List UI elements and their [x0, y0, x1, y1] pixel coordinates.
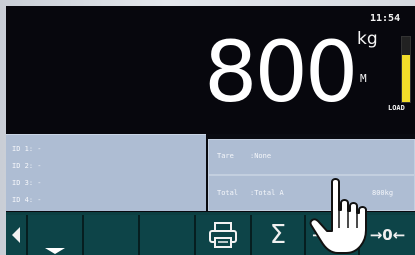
print-button[interactable] [196, 215, 252, 255]
sigma-icon: Σ [269, 220, 287, 250]
load-bar-fill [402, 55, 410, 102]
weight-panel: 11:54 800 kg M LOAD [6, 6, 415, 134]
id-row-1: ID 1: - [12, 145, 42, 153]
scroll-left-button[interactable] [6, 215, 28, 255]
softkey-blank-2[interactable] [140, 215, 196, 255]
total-value: :Total A [250, 189, 284, 197]
clock: 11:54 [370, 13, 401, 24]
tare-panel[interactable]: Tare :None [208, 139, 415, 175]
printer-icon [209, 222, 237, 248]
sum-button[interactable]: Σ [252, 215, 306, 255]
zero-button-label: →0← [369, 226, 406, 244]
down-button[interactable] [28, 215, 84, 255]
weight-value: 800 [204, 23, 358, 121]
id-row-2: ID 2: - [12, 162, 42, 170]
load-label: LOAD [388, 104, 405, 112]
triangle-left-icon [12, 227, 20, 243]
total-label: Total [217, 189, 239, 197]
motion-indicator: M [360, 72, 367, 85]
weight-unit: kg [357, 29, 378, 49]
tare-label: Tare [217, 152, 234, 160]
id-panel[interactable]: ID 1: - ID 2: - ID 3: - ID 4: - [6, 134, 206, 211]
tare-value: :None [250, 152, 272, 160]
pointing-hand-icon [309, 178, 367, 254]
id-row-3: ID 3: - [12, 179, 42, 187]
total-amount: 800kg [372, 189, 394, 197]
triangle-down-icon [45, 248, 65, 254]
load-bar [401, 36, 411, 103]
softkey-blank-1[interactable] [84, 215, 140, 255]
id-row-4: ID 4: - [12, 196, 42, 204]
